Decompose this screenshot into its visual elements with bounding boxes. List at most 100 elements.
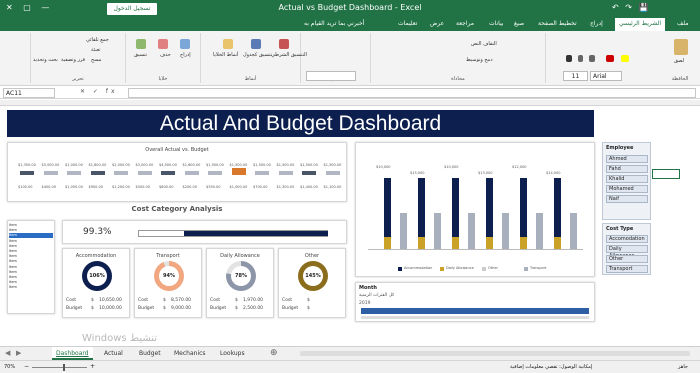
kpi-actual-value: 10,650.00 — [99, 298, 122, 303]
autosum-button[interactable]: جمع تلقائي — [86, 37, 109, 43]
wrap-text-button[interactable]: التفاف النص — [471, 41, 497, 47]
formula-buttons[interactable]: ✕ ✓ fx — [80, 88, 118, 95]
cost-type-slicer-item[interactable]: Accomodation — [606, 235, 648, 243]
name-box[interactable]: AC11 — [3, 88, 55, 98]
tab-formulas[interactable]: صيغ — [514, 20, 524, 27]
fill-color-icon[interactable] — [621, 55, 629, 62]
month-timeline-bar[interactable] — [361, 308, 589, 314]
merge-center-button[interactable]: دمج وتوسيط — [466, 57, 493, 63]
employee-slicer-item[interactable]: Naif — [606, 195, 648, 203]
sheet-tab-lookups[interactable]: Lookups — [216, 347, 249, 360]
format-cells-icon[interactable] — [136, 39, 146, 49]
overall-top-label: $1,500.00 — [253, 163, 271, 167]
tab-data[interactable]: بيانات — [489, 20, 503, 27]
listbox-item[interactable]: Item — [9, 285, 53, 290]
fill-button[interactable]: تعبئة — [91, 47, 101, 53]
cell-styles-label: أنماط الخلايا — [213, 52, 239, 58]
clear-button[interactable]: مسح — [91, 57, 101, 63]
cost-type-slicer-item[interactable]: Transport — [606, 265, 648, 273]
horizontal-scrollbar[interactable] — [300, 351, 690, 356]
kpi-actual-label: Cost — [210, 298, 221, 303]
format-table-icon[interactable] — [251, 39, 261, 49]
add-sheet-icon[interactable]: ⊕ — [270, 348, 278, 358]
month-title: Month — [359, 285, 377, 291]
tab-page-layout[interactable]: تخطيط الصفحة — [538, 20, 577, 27]
group-label: أنماط — [244, 76, 257, 82]
month-timeline-panel[interactable]: Month كل الفترات الزمنية 2019 — [355, 282, 595, 322]
selected-cell[interactable] — [652, 169, 680, 179]
formula-bar: AC11 ✕ ✓ fx — [0, 86, 700, 99]
group-cells: إدراج حذف تنسيق خلايا — [125, 33, 200, 83]
quick-access-toolbar[interactable]: ↶ ↷ 💾 — [612, 3, 650, 12]
cost-type-slicer: Cost Type Accomodation Daily AllowanceOth… — [602, 223, 651, 275]
tab-file[interactable]: ملف — [677, 20, 688, 27]
conditional-format-icon[interactable] — [279, 39, 289, 49]
window-title: Actual vs Budget Dashboard - Excel — [278, 3, 422, 12]
find-select-button[interactable]: بحث وتحديد — [33, 57, 58, 63]
kpi-card[interactable]: Accommodation 106% Cost $10,650.00 Budget $10… — [62, 248, 130, 318]
italic-icon[interactable] — [578, 55, 583, 62]
sheet-tab-mechanics[interactable]: Mechanics — [170, 347, 210, 360]
zoom-level[interactable]: 70% — [4, 364, 15, 370]
kpi-card[interactable]: Daily Allowance 78% Cost $1,970.00 Budget $2,… — [206, 248, 274, 318]
font-size-box[interactable]: 11 — [563, 71, 588, 81]
zoom-in-icon[interactable]: + — [90, 363, 95, 370]
zoom-slider-thumb[interactable] — [63, 364, 65, 371]
bold-icon[interactable] — [566, 55, 572, 62]
zoom-out-icon[interactable]: − — [24, 363, 29, 370]
tab-home[interactable]: الشريط الرئيسي — [615, 18, 666, 31]
group-editing: جمع تلقائي تعبئة مسح فرز وتصفية بحث وتحد… — [30, 33, 125, 83]
legend-label: Accommodation — [404, 266, 433, 270]
cost-type-slicer-item[interactable]: Daily Allowance — [606, 245, 648, 259]
tab-view[interactable]: عرض — [430, 20, 444, 27]
sheet-tab-actual[interactable]: Actual — [100, 347, 127, 360]
kpi-actual-currency: $ — [307, 298, 310, 303]
tell-me-search[interactable]: أخبرني بما تريد القيام به — [304, 20, 364, 27]
employee-slicer-item[interactable]: Ahmed — [606, 155, 648, 163]
zoom-slider[interactable] — [32, 367, 87, 368]
font-name-box[interactable]: Arial — [590, 71, 622, 81]
underline-icon[interactable] — [589, 55, 595, 62]
employee-slicer-item[interactable]: Fahd — [606, 165, 648, 173]
emp-bar-gold — [554, 237, 561, 249]
emp-bar-navy — [384, 178, 391, 237]
item-listbox[interactable]: Item Item Item Item Item Item Item Item Item Item… — [7, 220, 55, 314]
font-color-icon[interactable] — [606, 55, 614, 62]
overall-bottom-label: $700.00 — [253, 185, 268, 189]
tab-scroll-left-icon[interactable]: ◀ — [5, 349, 10, 357]
kpi-budget-currency: $ — [307, 306, 310, 311]
kpi-card[interactable]: Other 145% Cost $ Budget $ — [278, 248, 346, 318]
insert-cells-icon[interactable] — [180, 39, 190, 49]
overall-top-label: $1,000.00 — [65, 163, 83, 167]
delete-cells-icon[interactable] — [158, 39, 168, 49]
tab-review[interactable]: مراجعة — [456, 20, 474, 27]
overall-bar — [20, 171, 34, 175]
paste-icon[interactable] — [674, 39, 688, 55]
sheet-tab-dashboard[interactable]: Dashboard — [52, 347, 93, 360]
overall-top-label: $5,000.00 — [41, 163, 60, 167]
number-format-box[interactable] — [306, 71, 356, 81]
overall-chart-panel[interactable]: Overall Actual vs. Budget $1,350.00 $100.… — [7, 142, 347, 202]
tab-help[interactable]: تعليمات — [398, 20, 417, 27]
overall-bar — [184, 171, 199, 175]
tab-scroll-right-icon[interactable]: ▶ — [16, 349, 21, 357]
emp-bar-gold — [418, 237, 425, 249]
month-year: 2019 — [359, 301, 371, 306]
employee-slicer-item[interactable]: Khalid — [606, 175, 648, 183]
kpi-card[interactable]: Transport 94% Cost $8,570.00 Budget $9,000.00 — [134, 248, 202, 318]
legend-label: Transport — [530, 266, 547, 270]
tab-insert[interactable]: إدراج — [590, 20, 603, 27]
overall-bar — [278, 171, 293, 175]
timeline-scrollbar[interactable] — [361, 316, 589, 319]
employee-chart-panel[interactable]: $10,000 $15,000 $10,000 $13,000 $12,000 $14,0… — [355, 142, 595, 277]
emp-bar-navy — [418, 178, 425, 237]
accessibility-status[interactable]: إمكانية الوصول: تقصي معلومات إضافية — [510, 364, 592, 370]
formula-input[interactable] — [128, 88, 696, 98]
sort-filter-button[interactable]: فرز وتصفية — [61, 57, 85, 63]
overall-bar — [67, 171, 81, 175]
cell-styles-icon[interactable] — [223, 39, 233, 49]
sheet-tab-budget[interactable]: Budget — [135, 347, 165, 360]
overall-bottom-label: $800.00 — [159, 185, 174, 189]
employee-slicer-item[interactable]: Mohamed — [606, 185, 648, 193]
cost-type-slicer-item[interactable]: Other — [606, 255, 648, 263]
